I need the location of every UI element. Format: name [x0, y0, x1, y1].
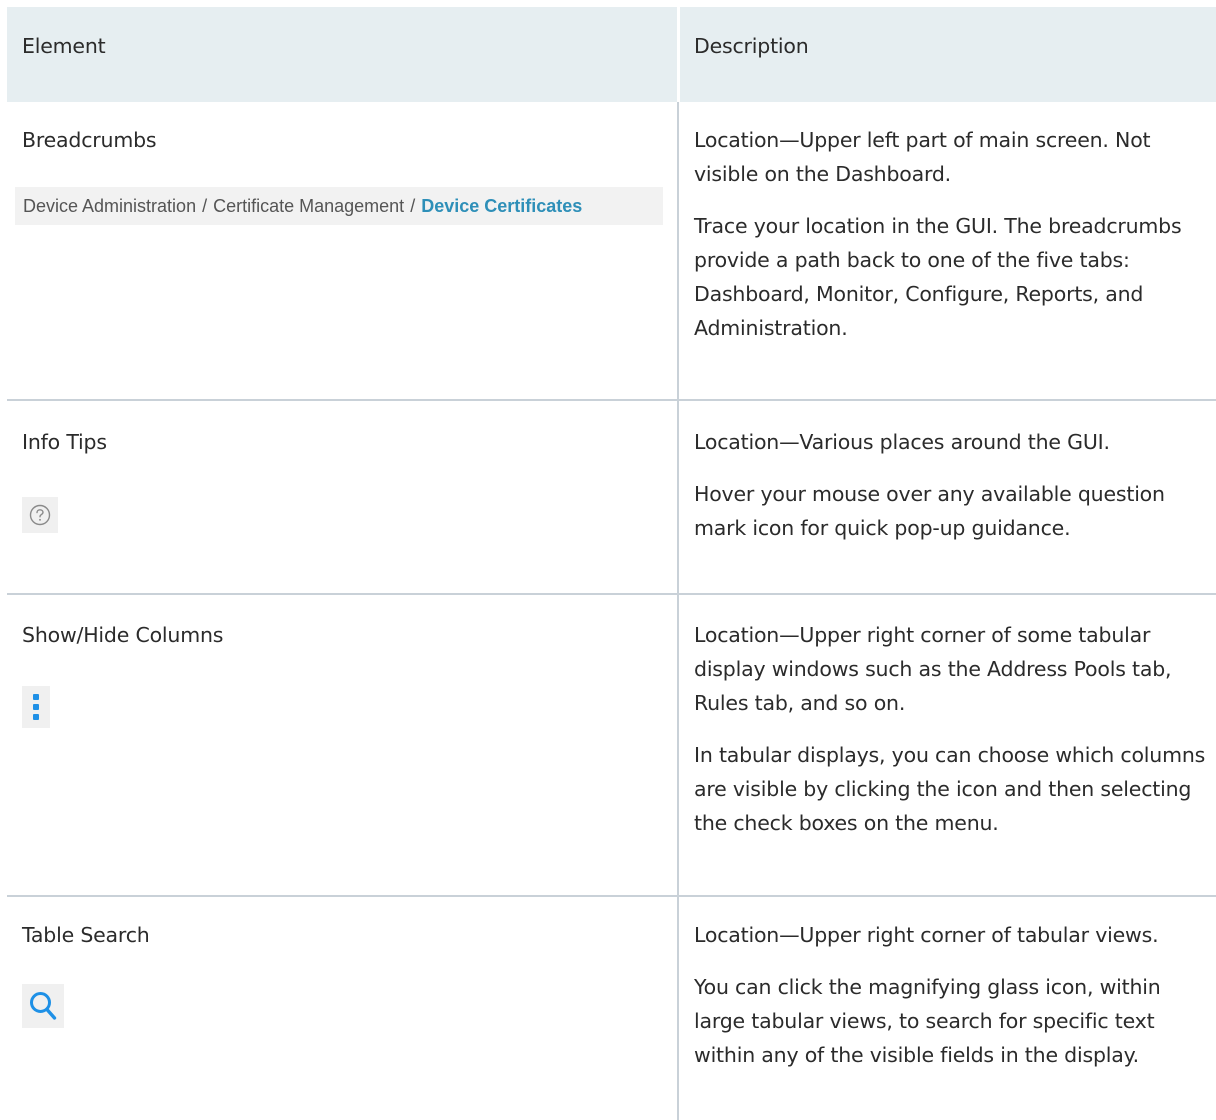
table-row-description: Location—Upper right corner of some tabu…: [694, 623, 1206, 835]
table-row-description: Location—Upper right corner of tabular v…: [694, 923, 1161, 1067]
table-row-element: Table Search: [22, 923, 150, 947]
breadcrumb: Device Administration / Certificate Manage…: [15, 187, 663, 225]
header-element: Element: [22, 34, 106, 58]
breadcrumb-item: Device Administration: [23, 196, 197, 216]
table-header: [7, 7, 1216, 102]
table-row-description: Location—Upper left part of main screen.…: [694, 128, 1182, 340]
table-row-element: Info Tips: [22, 430, 107, 454]
magnifying-glass-icon: [22, 984, 64, 1028]
vertical-ellipsis-icon: [22, 686, 50, 728]
question-circle-icon: [22, 497, 58, 533]
breadcrumb-item: Certificate Management: [213, 196, 405, 216]
table-row-element: Breadcrumbs: [22, 128, 157, 152]
table-row-description: Location—Various places around the GUI. …: [694, 430, 1165, 540]
breadcrumb-current: Device Certificates: [421, 196, 583, 216]
header-description: Description: [694, 34, 809, 58]
table-row-element: Show/Hide Columns: [22, 623, 224, 647]
